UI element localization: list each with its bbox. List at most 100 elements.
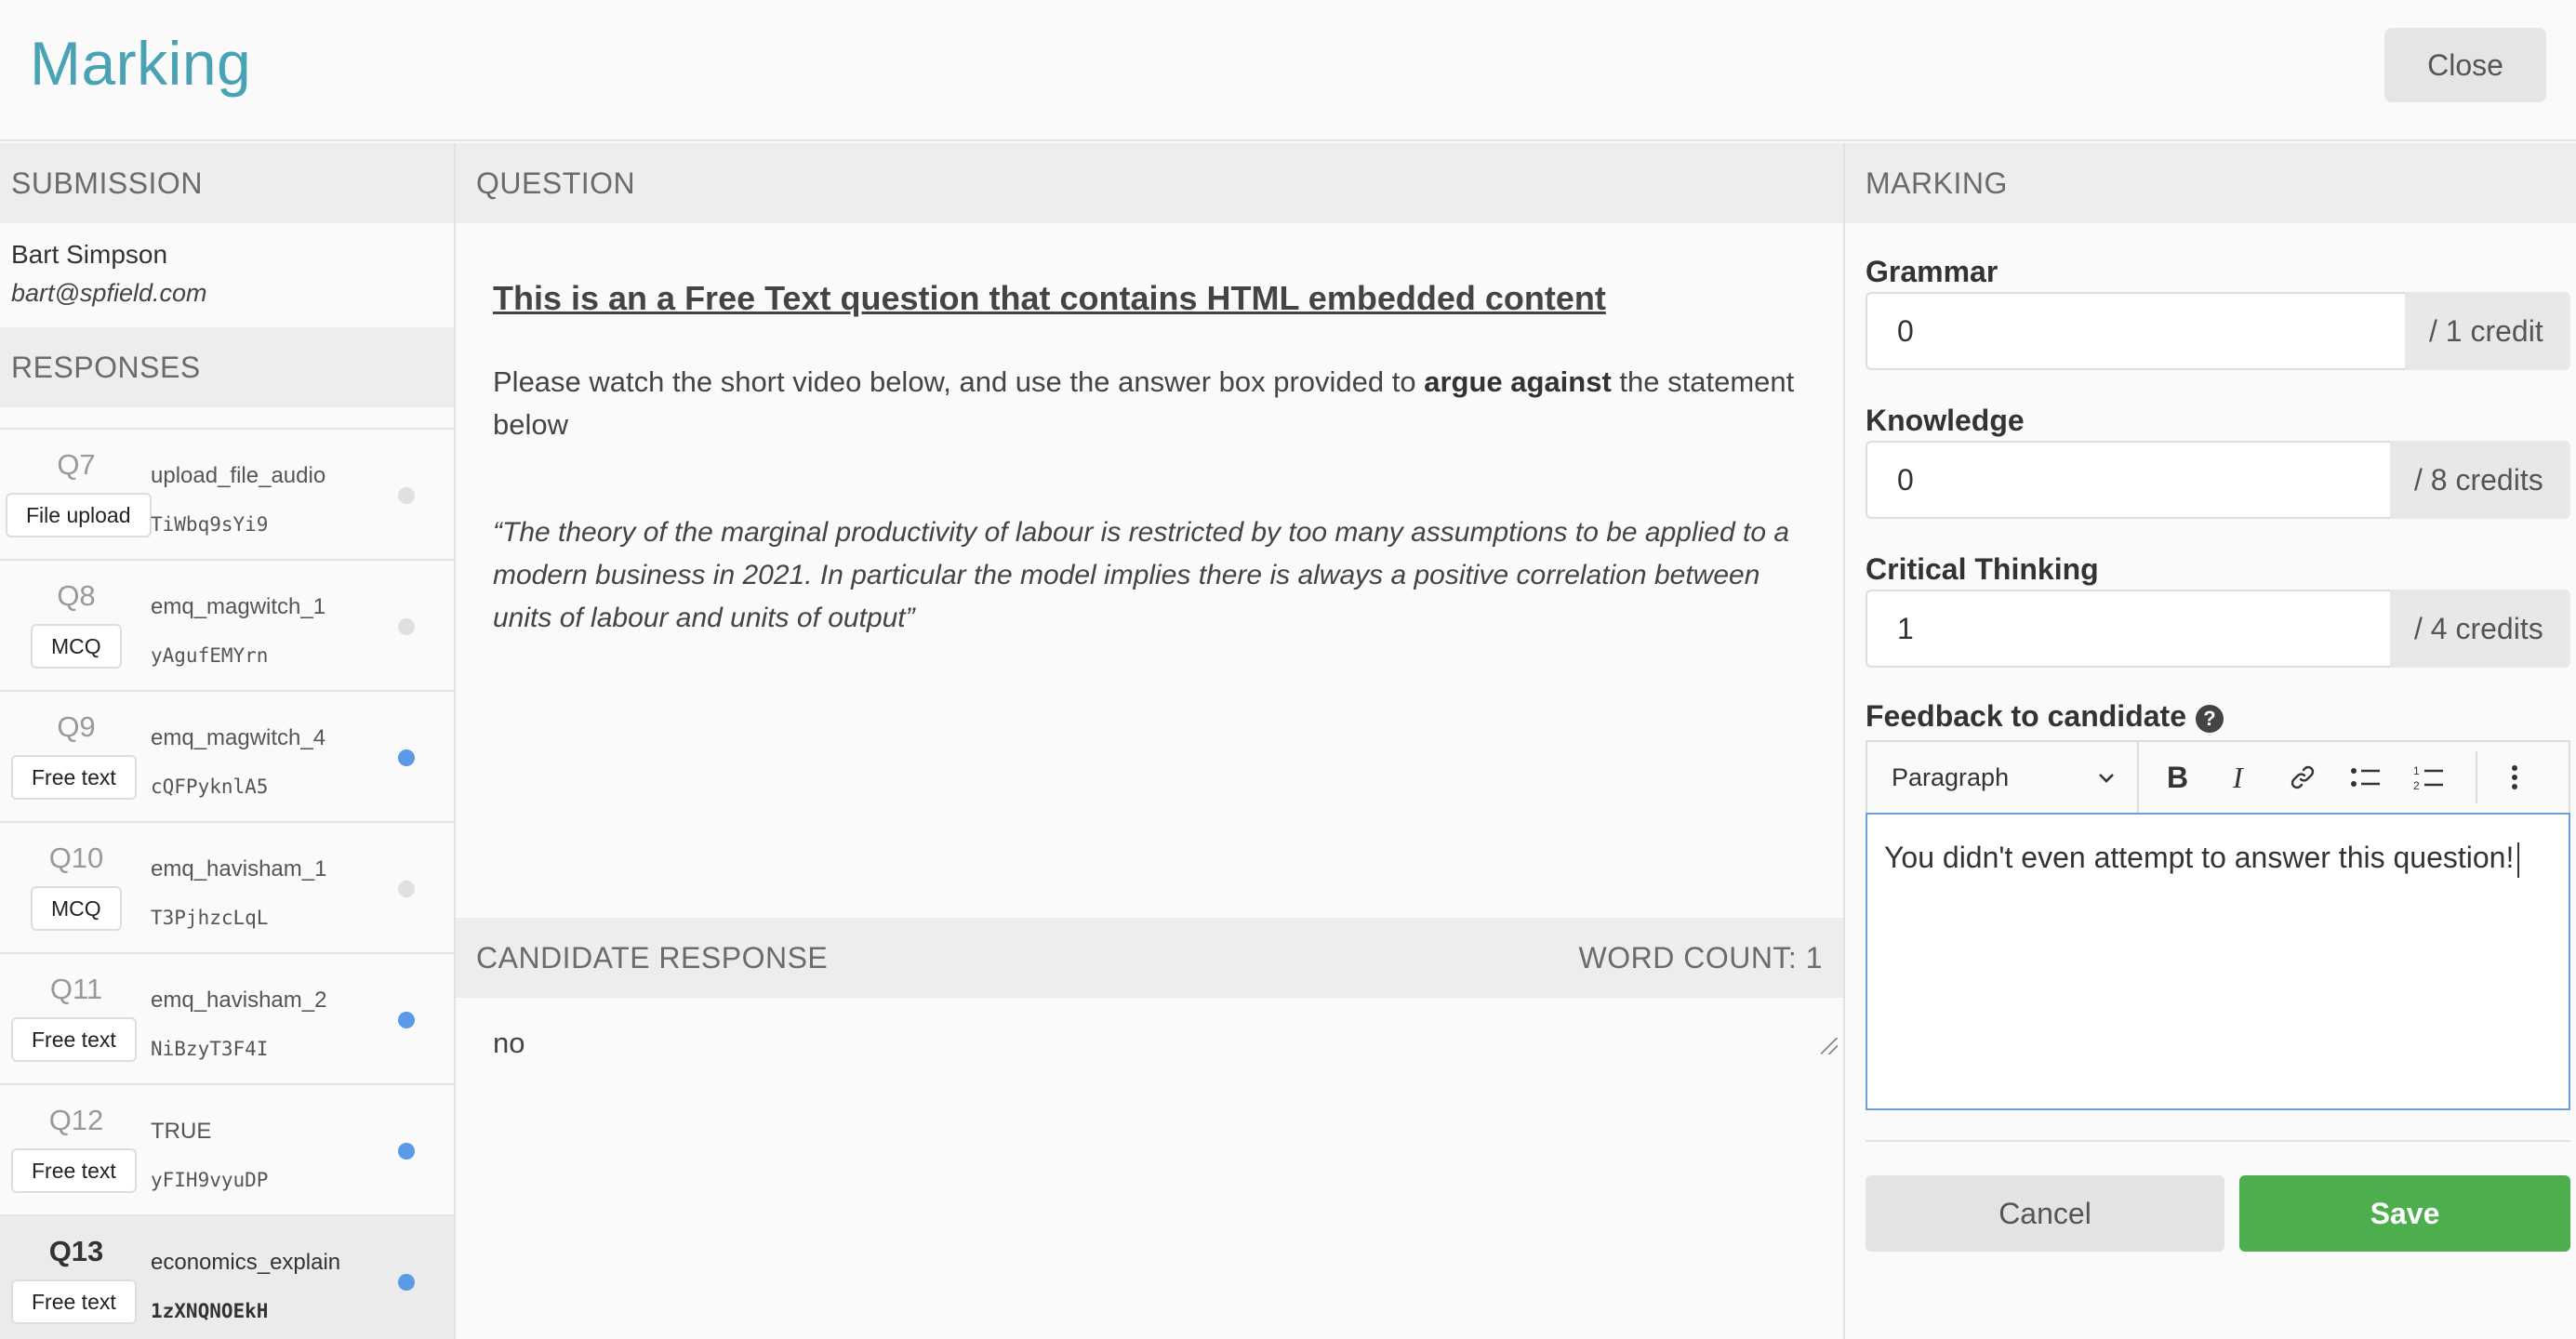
- knowledge-score-input[interactable]: [1866, 441, 2390, 519]
- question-type-badge: MCQ: [31, 624, 122, 669]
- response-item-q13[interactable]: Q13 Free text economics_explain 1zXNQNOE…: [0, 1214, 454, 1339]
- question-type-badge: Free text: [11, 1148, 137, 1193]
- grammar-label: Grammar: [1866, 255, 1998, 288]
- question-code: NiBzyT3F4I: [151, 1038, 269, 1060]
- italic-icon: I: [2232, 762, 2244, 793]
- response-item-q8[interactable]: Q8 MCQ emq_magwitch_1 yAgufEMYrn: [0, 559, 454, 690]
- knowledge-label: Knowledge: [1866, 404, 2025, 437]
- status-dot: [398, 1012, 415, 1028]
- question-name: TRUE: [151, 1119, 212, 1144]
- question-name: emq_magwitch_4: [151, 725, 326, 750]
- question-number: Q8: [57, 579, 96, 612]
- chevron-down-icon: [2099, 774, 2114, 783]
- candidate-name: Bart Simpson: [11, 240, 168, 269]
- submission-panel: SUBMISSION Bart Simpson bart@spfield.com…: [0, 143, 456, 1339]
- more-vertical-icon: [2512, 765, 2517, 789]
- toolbar-divider: [2476, 751, 2477, 803]
- marking-header: MARKING: [1845, 143, 2576, 223]
- page-title: Marking: [30, 29, 252, 98]
- question-number: Q12: [48, 1104, 104, 1136]
- critical-thinking-max-credits: / 4 credits: [2390, 590, 2570, 668]
- question-quote: “The theory of the marginal productivity…: [493, 517, 1790, 633]
- question-number: Q13: [48, 1235, 104, 1267]
- candidate-response-title: CANDIDATE RESPONSE: [476, 941, 829, 974]
- svg-text:2: 2: [2413, 779, 2420, 792]
- response-item-q11[interactable]: Q11 Free text emq_havisham_2 NiBzyT3F4I: [0, 952, 454, 1083]
- feedback-label: Feedback to candidate?: [1866, 699, 2224, 734]
- italic-button[interactable]: I: [2208, 741, 2271, 814]
- critical-thinking-score-input[interactable]: [1866, 590, 2390, 668]
- status-dot: [398, 749, 415, 766]
- question-code: cQFPyknlA5: [151, 776, 269, 798]
- svg-text:1: 1: [2413, 764, 2420, 777]
- response-item-q12[interactable]: Q12 Free text TRUE yFIH9vyuDP: [0, 1083, 454, 1214]
- status-dot: [398, 881, 415, 897]
- candidate-email: bart@spfield.com: [11, 279, 207, 307]
- knowledge-score-group: / 8 credits: [1866, 441, 2570, 519]
- svg-text:I: I: [2232, 762, 2244, 793]
- question-type-badge: File upload: [6, 493, 152, 537]
- link-button[interactable]: [2271, 741, 2334, 814]
- candidate-response-header: CANDIDATE RESPONSE WORD COUNT: 1: [456, 918, 1843, 998]
- bold-icon: B: [2167, 762, 2188, 793]
- marking-panel: MARKING Grammar / 1 credit Knowledge / 8…: [1843, 143, 2576, 1339]
- paragraph-select-value: Paragraph: [1892, 762, 2010, 791]
- numbered-list-icon: 1 2: [2413, 764, 2443, 792]
- emphasis-text: argue against: [1424, 365, 1612, 398]
- response-item-q7[interactable]: Q7 File upload upload_file_audio TiWbq9s…: [0, 428, 454, 559]
- candidate-info: Bart Simpson bart@spfield.com: [11, 240, 207, 308]
- critical-thinking-label: Critical Thinking: [1866, 552, 2099, 586]
- status-dot: [398, 1143, 415, 1160]
- question-type-badge: Free text: [11, 1279, 137, 1324]
- feedback-text: You didn't even attempt to answer this q…: [1884, 841, 2515, 874]
- question-code: yAgufEMYrn: [151, 644, 269, 667]
- bulleted-list-icon: [2351, 768, 2380, 787]
- responses-list: Q7 File upload upload_file_audio TiWbq9s…: [0, 428, 454, 1339]
- text-caret: [2517, 842, 2520, 878]
- question-name: emq_havisham_1: [151, 856, 327, 882]
- question-number: Q10: [48, 842, 104, 874]
- candidate-response-text: no: [493, 1027, 525, 1059]
- question-name: emq_havisham_2: [151, 988, 327, 1013]
- question-name: emq_magwitch_1: [151, 594, 326, 619]
- question-type-badge: MCQ: [31, 886, 122, 931]
- status-dot: [398, 1274, 415, 1291]
- status-dot: [398, 487, 415, 504]
- question-code: yFIH9vyuDP: [151, 1169, 269, 1191]
- marking-app: Marking Close SUBMISSION Bart Simpson ba…: [0, 0, 2576, 1339]
- editor-toolbar: Paragraph B I 1 2: [1866, 740, 2570, 814]
- feedback-editor[interactable]: You didn't even attempt to answer this q…: [1866, 813, 2570, 1110]
- close-button[interactable]: Close: [2384, 28, 2546, 102]
- grammar-score-input[interactable]: [1866, 292, 2405, 370]
- knowledge-max-credits: / 8 credits: [2390, 441, 2570, 519]
- submission-header: SUBMISSION: [0, 143, 454, 223]
- resize-handle[interactable]: [1821, 1038, 1838, 1054]
- question-number: Q11: [49, 973, 103, 1005]
- question-number: Q9: [57, 710, 96, 743]
- bulleted-list-button[interactable]: [2334, 741, 2397, 814]
- question-title: This is an a Free Text question that con…: [493, 279, 1606, 317]
- link-icon: [2291, 765, 2315, 789]
- question-code: 1zXNQNOEkH: [151, 1300, 269, 1322]
- question-type-badge: Free text: [11, 755, 137, 800]
- response-item-q9[interactable]: Q9 Free text emq_magwitch_4 cQFPyknlA5: [0, 690, 454, 821]
- question-name: economics_explain: [151, 1250, 341, 1275]
- question-instructions: Please watch the short video below, and …: [493, 365, 1795, 441]
- question-number: Q7: [57, 448, 96, 481]
- save-button[interactable]: Save: [2239, 1175, 2570, 1252]
- grammar-score-group: / 1 credit: [1866, 292, 2570, 370]
- help-icon[interactable]: ?: [2195, 704, 2224, 733]
- question-code: T3PjhzcLqL: [151, 907, 269, 929]
- cancel-button[interactable]: Cancel: [1866, 1175, 2224, 1252]
- critical-thinking-score-group: / 4 credits: [1866, 590, 2570, 668]
- more-options-button[interactable]: [2483, 741, 2546, 814]
- numbered-list-button[interactable]: 1 2: [2397, 741, 2461, 814]
- grammar-max-credits: / 1 credit: [2405, 292, 2570, 370]
- header-bar: Marking Close: [0, 0, 2576, 141]
- question-type-badge: Free text: [11, 1017, 137, 1062]
- question-panel: QUESTION This is an a Free Text question…: [456, 143, 1843, 1339]
- paragraph-select[interactable]: Paragraph: [1867, 741, 2139, 814]
- response-item-q10[interactable]: Q10 MCQ emq_havisham_1 T3PjhzcLqL: [0, 821, 454, 952]
- question-name: upload_file_audio: [151, 463, 326, 488]
- bold-button[interactable]: B: [2144, 741, 2208, 814]
